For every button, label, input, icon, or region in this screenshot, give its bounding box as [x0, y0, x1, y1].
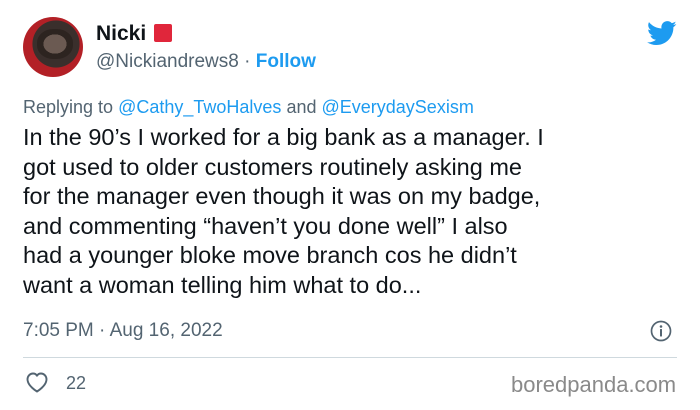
watermark: boredpanda.com: [511, 372, 677, 397]
tweet-timestamp[interactable]: 7:05 PM · Aug 16, 2022: [23, 320, 223, 342]
mention-link[interactable]: @EverydaySexism: [322, 97, 474, 117]
handle-line: @Nickiandrews8 · Follow: [96, 51, 316, 73]
avatar[interactable]: [23, 17, 83, 77]
user-handle[interactable]: @Nickiandrews8: [96, 51, 239, 72]
like-count: 22: [66, 373, 87, 393]
replying-to: Replying to @Cathy_TwoHalves and @Everyd…: [23, 97, 474, 118]
display-name[interactable]: Nicki: [96, 22, 173, 46]
mention-link[interactable]: @Cathy_TwoHalves: [118, 97, 281, 117]
twitter-bird-icon[interactable]: [647, 21, 677, 46]
red-square-emoji: [154, 24, 173, 42]
replying-to-label: Replying to: [23, 97, 114, 117]
tweet-text: In the 90’s I worked for a big bank as a…: [23, 124, 544, 298]
display-name-text: Nicki: [96, 22, 147, 45]
info-icon[interactable]: [650, 320, 672, 342]
follow-button[interactable]: Follow: [256, 51, 316, 72]
separator-dot: ·: [244, 51, 251, 72]
divider: [23, 357, 677, 358]
replying-joiner: and: [286, 97, 317, 117]
avatar-image: [37, 29, 73, 59]
heart-icon[interactable]: [25, 371, 49, 393]
